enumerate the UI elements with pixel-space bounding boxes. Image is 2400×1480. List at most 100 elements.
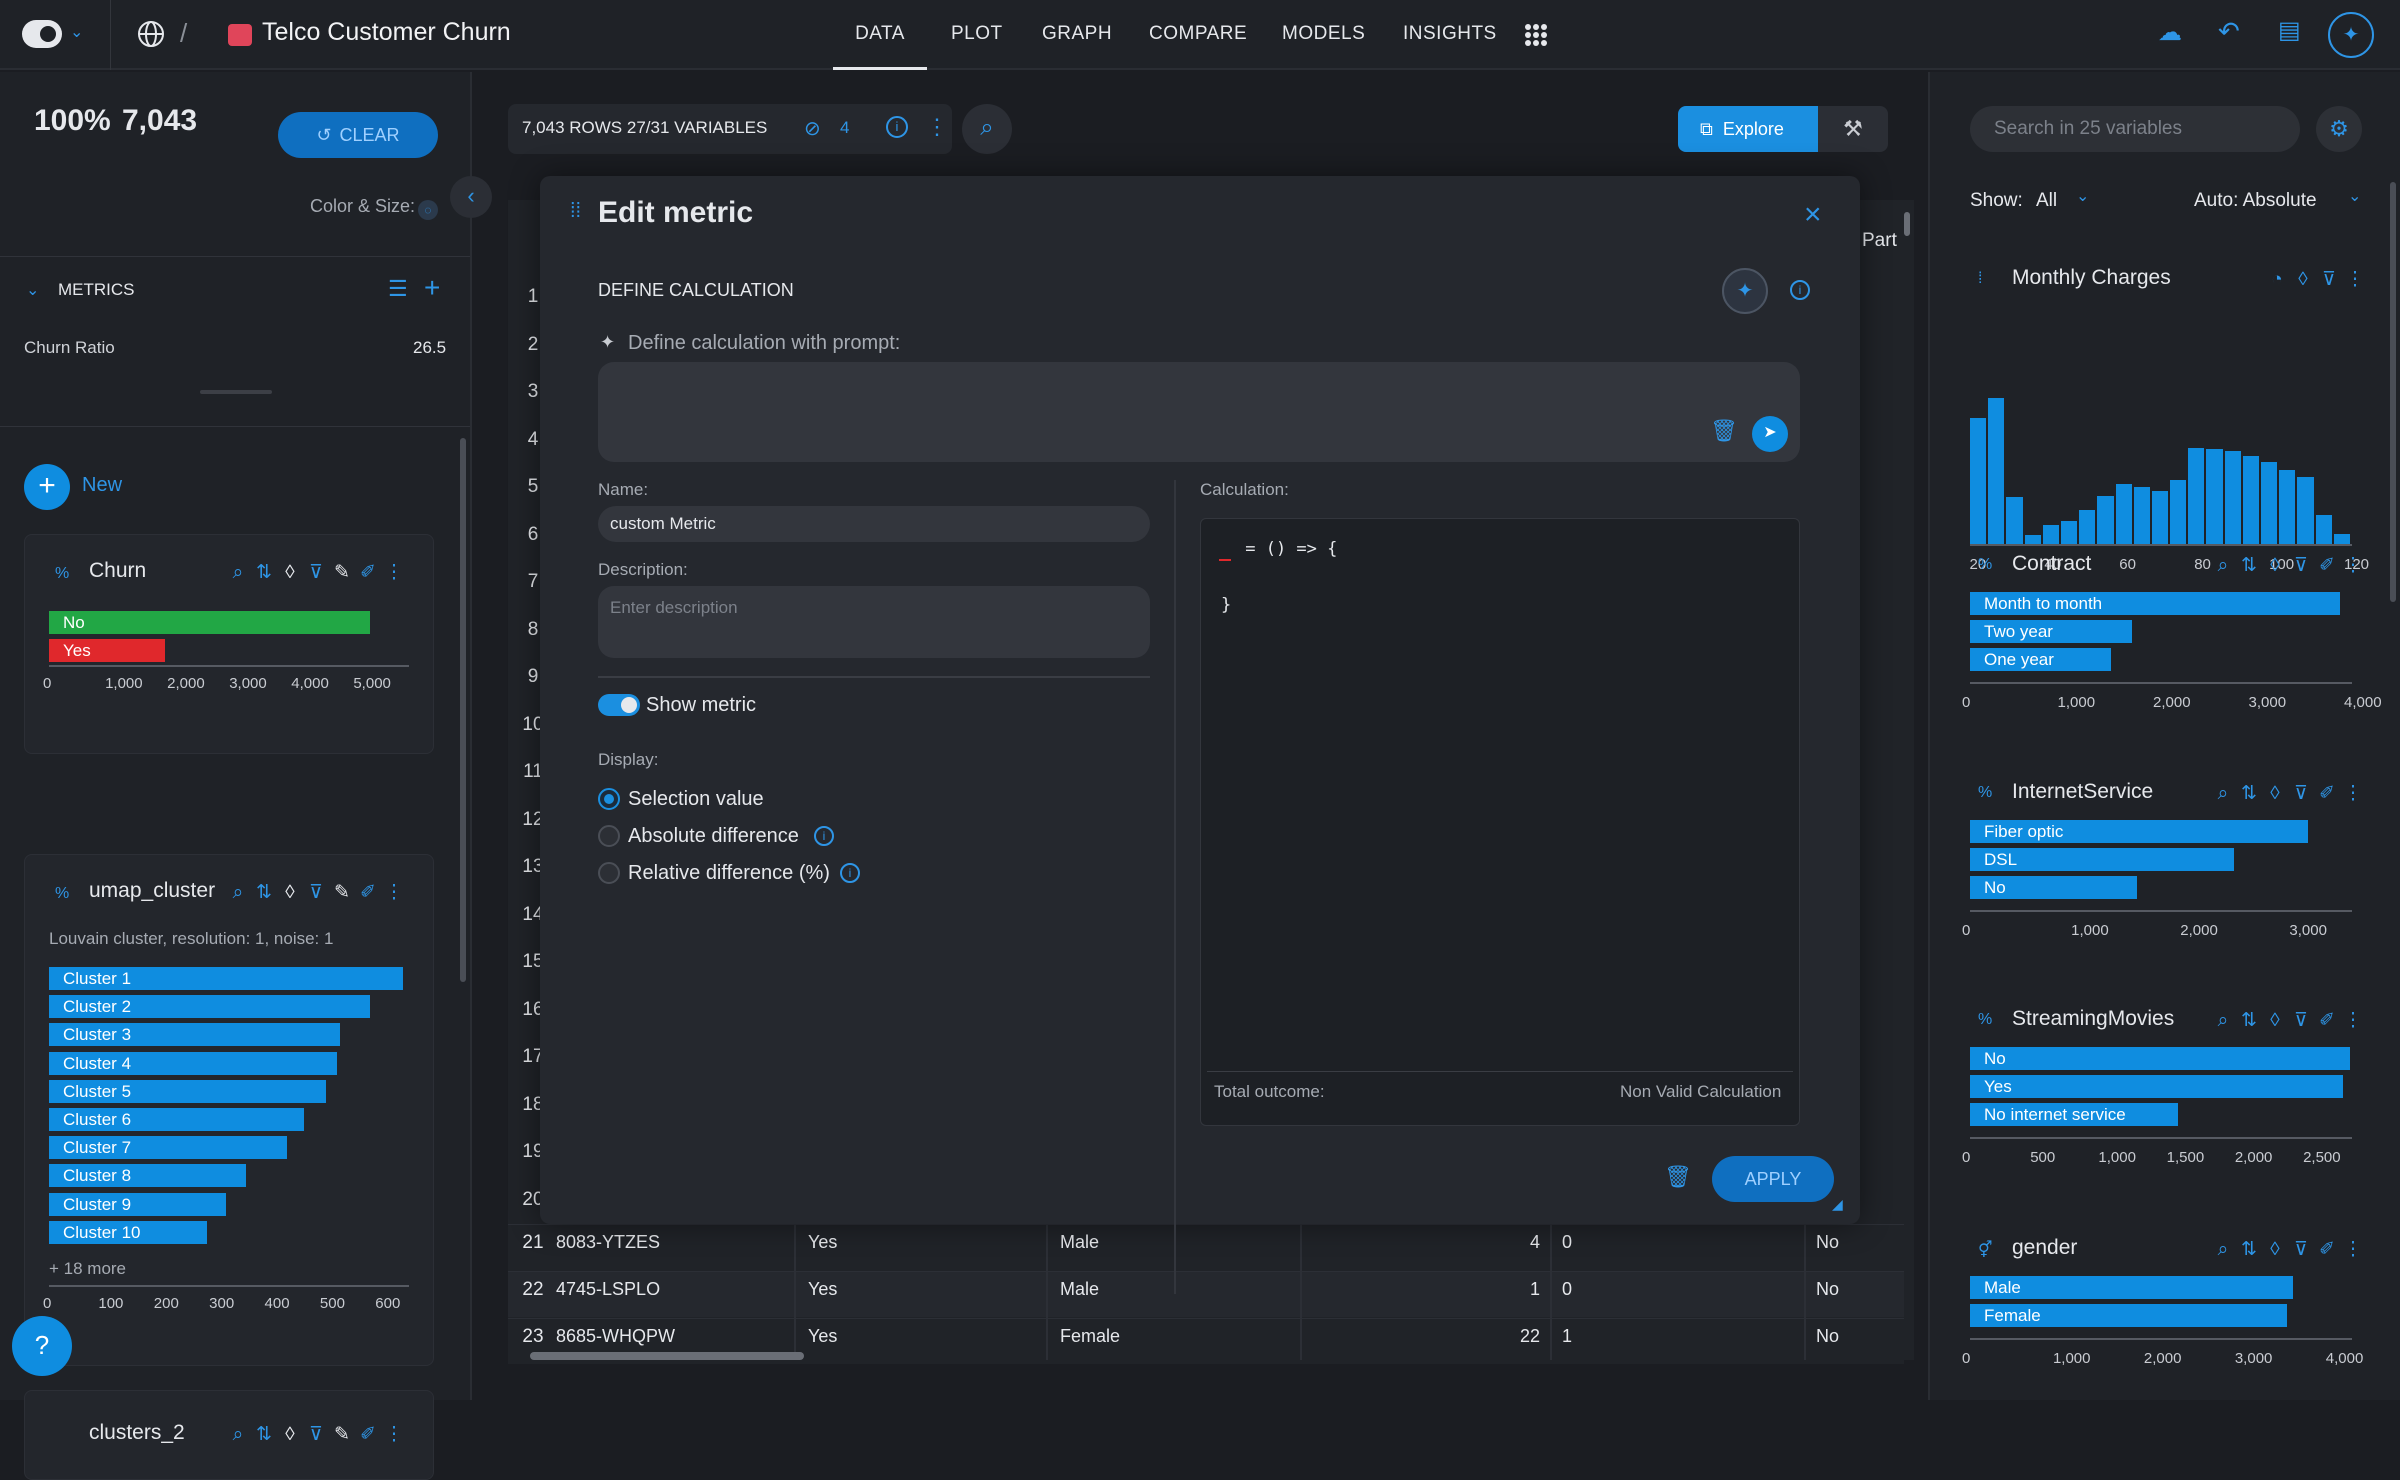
radio-absolute-difference[interactable] — [598, 825, 620, 847]
customer-id-cell[interactable]: 8083-YTZES — [556, 1232, 660, 1253]
histogram-bar[interactable] — [2261, 462, 2278, 544]
filter-icon[interactable]: ⊽ — [2288, 554, 2314, 577]
edit-icon[interactable]: ✐ — [2314, 1238, 2340, 1261]
hidden-count[interactable]: 4 — [840, 118, 849, 138]
histogram-bar[interactable] — [1970, 418, 1987, 544]
histogram-bar[interactable] — [2060, 520, 2078, 544]
auto-mode-value[interactable]: Auto: Absolute — [2194, 190, 2317, 212]
undo-icon[interactable]: ↶ — [2218, 16, 2240, 47]
search-icon[interactable]: ⌕ — [2210, 1010, 2236, 1032]
filter-icon[interactable]: ⊽ — [303, 1423, 329, 1446]
histogram-bar[interactable] — [2279, 469, 2296, 544]
tab-insights[interactable]: INSIGHTS — [1403, 0, 1497, 70]
chevron-down-icon[interactable]: ⌄ — [26, 280, 39, 300]
partner-cell[interactable]: No — [1816, 1326, 1839, 1347]
delete-metric-icon[interactable]: 🗑 — [1664, 1164, 1692, 1190]
color-drop-icon[interactable]: ◊ — [2262, 555, 2288, 577]
more-icon[interactable]: ⋮ — [2340, 1238, 2366, 1261]
settings-gear-icon[interactable]: ⚙ — [2316, 106, 2362, 152]
customer-id-cell[interactable]: 8685-WHQPW — [556, 1326, 675, 1347]
cluster-bar[interactable]: Cluster 4 — [49, 1051, 337, 1075]
sort-icon[interactable]: ⇅ — [2236, 1238, 2262, 1261]
more-icon[interactable]: ⋮ — [2340, 1009, 2366, 1032]
color-drop-icon[interactable]: ◊ — [2262, 1239, 2288, 1261]
right-scrollbar[interactable] — [2390, 182, 2396, 602]
cluster-bar[interactable]: Cluster 3 — [49, 1023, 340, 1047]
clear-button[interactable]: ↺ CLEAR — [278, 112, 438, 158]
internet-bar[interactable]: No — [1970, 876, 2137, 899]
magic-wand-button[interactable]: ⚒ — [1818, 106, 1888, 152]
search-icon[interactable]: ⌕ — [225, 1424, 251, 1446]
option-selection-value[interactable]: Selection value — [628, 788, 764, 811]
chevron-down-icon[interactable]: ⌄ — [2076, 186, 2089, 206]
tenure-cell[interactable]: 4 — [1440, 1232, 1540, 1253]
pin-icon[interactable]: ✎ — [329, 1423, 355, 1446]
histogram-bar[interactable] — [2133, 487, 2150, 544]
search-icon[interactable]: ⌕ — [225, 882, 251, 904]
histogram-bar[interactable] — [2242, 456, 2260, 544]
table-row[interactable] — [508, 1271, 1904, 1317]
table-row[interactable] — [508, 1224, 1904, 1270]
info-icon[interactable]: i — [1790, 280, 1810, 300]
cluster-bar[interactable]: Cluster 9 — [49, 1192, 227, 1216]
info-icon[interactable]: i — [886, 116, 908, 138]
sort-icon[interactable]: ⇅ — [251, 881, 277, 904]
color-drop-icon[interactable]: ◊ — [2262, 1010, 2288, 1032]
vertical-scrollbar[interactable] — [1904, 212, 1910, 236]
gender-cell[interactable]: Female — [1060, 1326, 1120, 1347]
filter-icon[interactable]: ⊽ — [2316, 268, 2342, 291]
name-field[interactable]: custom Metric — [598, 506, 1150, 542]
histogram-bar[interactable] — [2224, 450, 2241, 544]
pin-icon[interactable]: ✎ — [329, 881, 355, 904]
more-clusters-link[interactable]: + 18 more — [49, 1259, 126, 1279]
color-drop-icon[interactable]: ◊ — [277, 1424, 303, 1446]
more-icon[interactable]: ⋮ — [381, 561, 407, 584]
filter-icon[interactable]: ⊽ — [2288, 782, 2314, 805]
histogram-bar[interactable] — [2297, 476, 2314, 544]
customer-id-cell[interactable]: 4745-LSPLO — [556, 1279, 660, 1300]
more-icon[interactable]: ⋮ — [2342, 268, 2368, 291]
more-icon[interactable]: ⋮ — [381, 881, 407, 904]
tab-models[interactable]: MODELS — [1282, 0, 1365, 70]
globe-icon[interactable] — [136, 19, 166, 49]
description-field[interactable]: Enter description — [598, 586, 1150, 658]
chevron-down-icon[interactable]: ⌄ — [70, 22, 83, 42]
churn-bar[interactable]: No — [49, 611, 371, 634]
senior-citizen-cell[interactable]: 0 — [1562, 1232, 1572, 1253]
histogram-bar[interactable] — [2206, 449, 2223, 544]
cluster-bar[interactable]: Cluster 1 — [49, 967, 404, 990]
filter-icon[interactable]: ⊽ — [303, 881, 329, 904]
sort-icon[interactable]: ⇅ — [251, 1423, 277, 1446]
tenure-cell[interactable]: 1 — [1440, 1279, 1540, 1300]
new-button[interactable]: + — [24, 464, 70, 510]
gender-cell[interactable]: Male — [1060, 1279, 1099, 1300]
internet-bar[interactable]: DSL — [1970, 848, 2235, 871]
streaming-bar[interactable]: No — [1970, 1047, 2350, 1070]
partner-cell[interactable]: No — [1816, 1232, 1839, 1253]
search-icon[interactable]: ⌕ — [225, 562, 251, 584]
histogram-bar[interactable] — [2333, 533, 2350, 544]
add-metric-icon[interactable]: + — [424, 272, 440, 304]
color-drop-icon[interactable]: ◊ — [277, 562, 303, 584]
save-icon[interactable]: ▤ — [2278, 16, 2301, 45]
cluster-bar[interactable]: Cluster 8 — [49, 1164, 246, 1188]
show-metric-toggle[interactable] — [598, 694, 640, 716]
edit-icon[interactable]: ✐ — [2314, 782, 2340, 805]
hidden-eye-icon[interactable]: ⊘ — [804, 116, 821, 141]
trash-icon[interactable]: 🗑 — [1710, 418, 1738, 444]
info-icon[interactable]: i — [840, 863, 860, 883]
sort-icon[interactable]: ⇅ — [2236, 782, 2262, 805]
drag-handle-icon[interactable]: ⁞⁞ — [570, 200, 581, 223]
color-drop-icon[interactable]: ◊ — [2290, 269, 2316, 291]
gender-bar[interactable]: Male — [1970, 1276, 2294, 1299]
contract-bar[interactable]: Two year — [1970, 620, 2132, 643]
tab-compare[interactable]: COMPARE — [1149, 0, 1247, 70]
tab-graph[interactable]: GRAPH — [1042, 0, 1112, 70]
sort-icon[interactable]: ⇅ — [2236, 554, 2262, 577]
new-label[interactable]: New — [82, 474, 122, 497]
contract-bar[interactable]: Month to month — [1970, 592, 2341, 615]
partner-cell[interactable]: No — [1816, 1279, 1839, 1300]
cloud-icon[interactable]: ☁ — [2158, 18, 2182, 47]
calculation-editor[interactable]: = () => { } — [1200, 518, 1800, 1126]
churn-bar[interactable]: Yes — [49, 639, 165, 662]
